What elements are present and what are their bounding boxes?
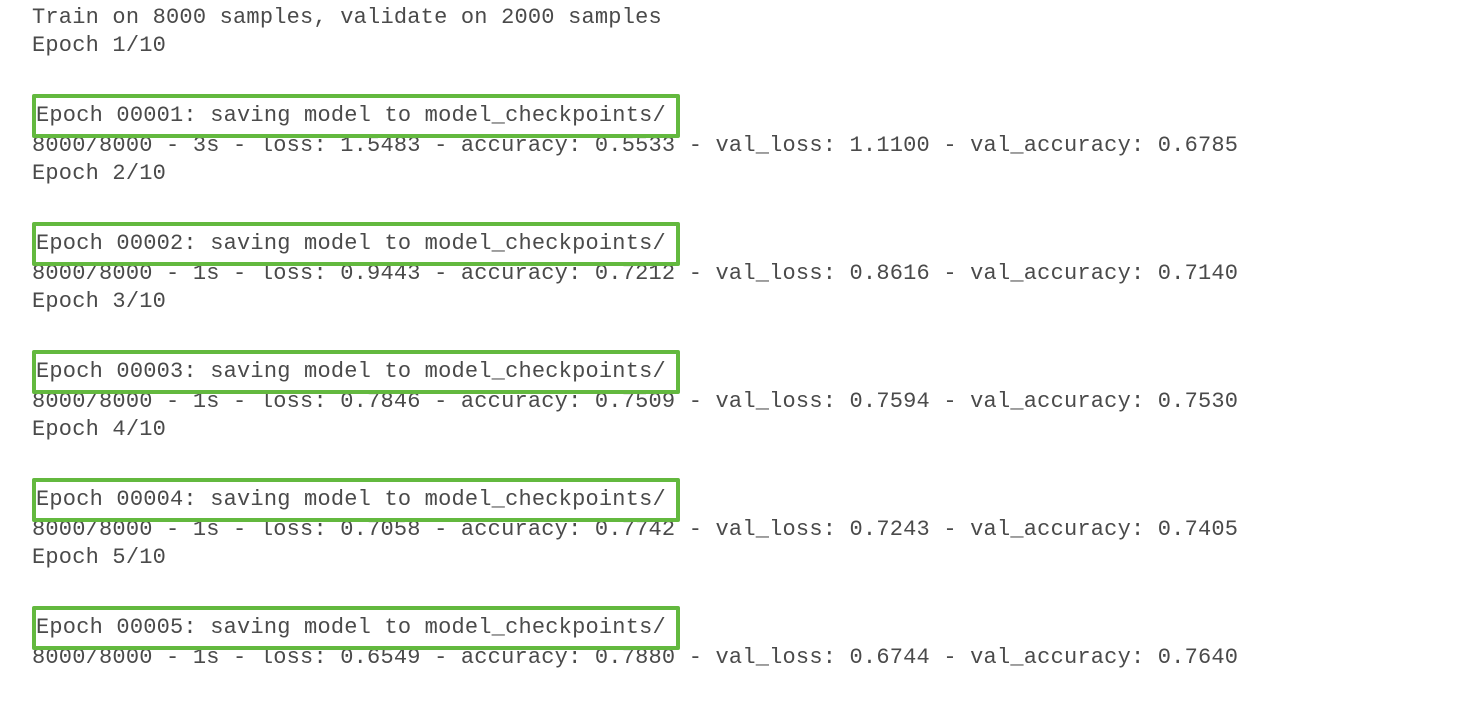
checkpoint-save-line: Epoch 00004: saving model to model_check… — [32, 478, 680, 522]
checkpoint-save-line: Epoch 00003: saving model to model_check… — [32, 350, 680, 394]
checkpoint-highlight: Epoch 00003: saving model to model_check… — [22, 344, 680, 388]
epoch-header-line: Epoch 5/10 — [32, 545, 166, 570]
checkpoint-highlight: Epoch 00001: saving model to model_check… — [22, 88, 680, 132]
log-header-line2: Epoch 1/10 — [32, 33, 166, 58]
checkpoint-highlight: Epoch 00002: saving model to model_check… — [22, 216, 680, 260]
checkpoint-save-line: Epoch 00001: saving model to model_check… — [32, 94, 680, 138]
checkpoint-save-line: Epoch 00002: saving model to model_check… — [32, 222, 680, 266]
epoch-header-line: Epoch 4/10 — [32, 417, 166, 442]
checkpoint-save-line: Epoch 00005: saving model to model_check… — [32, 606, 680, 650]
training-log: Train on 8000 samples, validate on 2000 … — [0, 0, 1482, 672]
checkpoint-highlight: Epoch 00005: saving model to model_check… — [22, 600, 680, 644]
log-header-line1: Train on 8000 samples, validate on 2000 … — [32, 5, 662, 30]
epoch-header-line: Epoch 3/10 — [32, 289, 166, 314]
epoch-header-line: Epoch 2/10 — [32, 161, 166, 186]
checkpoint-highlight: Epoch 00004: saving model to model_check… — [22, 472, 680, 516]
